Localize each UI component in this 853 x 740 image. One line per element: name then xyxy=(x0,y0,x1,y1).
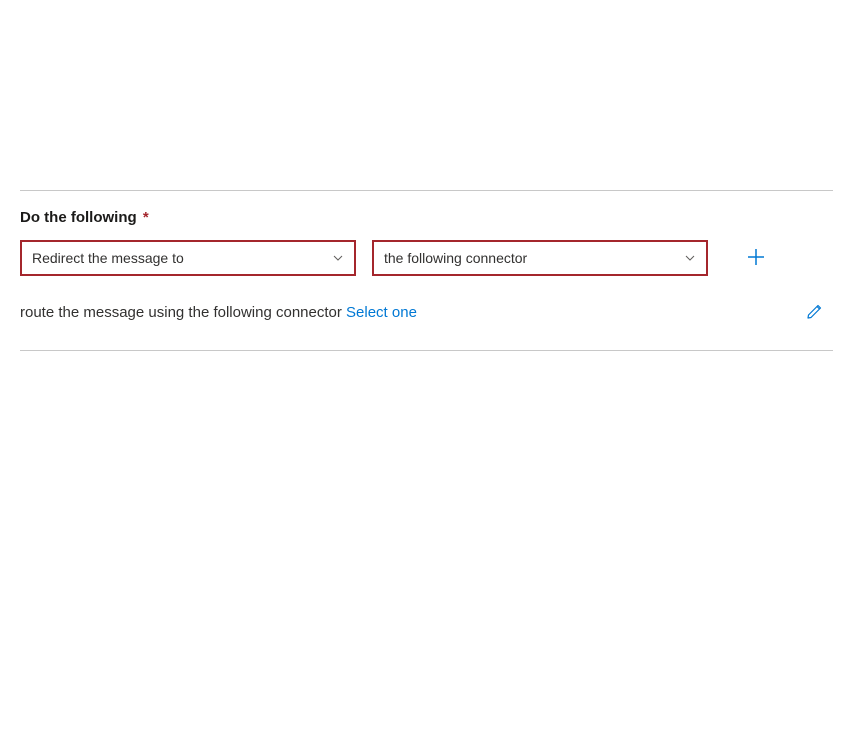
required-asterisk: * xyxy=(143,209,149,226)
action-select[interactable]: Redirect the message to xyxy=(20,240,356,276)
action-select-value: Redirect the message to xyxy=(32,250,184,266)
target-select[interactable]: the following connector xyxy=(372,240,708,276)
helper-row: route the message using the following co… xyxy=(20,294,833,330)
pencil-icon xyxy=(806,302,824,323)
helper-prefix: route the message using the following co… xyxy=(20,304,346,321)
form-section-container: Do the following * Redirect the message … xyxy=(0,190,853,351)
edit-button[interactable] xyxy=(797,294,833,330)
chevron-down-icon xyxy=(332,252,344,264)
select-connector-link[interactable]: Select one xyxy=(346,304,417,321)
do-the-following-section: Do the following * Redirect the message … xyxy=(20,191,833,350)
divider-bottom xyxy=(20,350,833,351)
section-label: Do the following * xyxy=(20,209,833,226)
helper-text: route the message using the following co… xyxy=(20,304,417,321)
selectors-row: Redirect the message to the following co… xyxy=(20,240,833,276)
add-action-button[interactable] xyxy=(738,240,774,276)
plus-icon xyxy=(746,247,766,270)
section-label-text: Do the following xyxy=(20,209,137,226)
chevron-down-icon xyxy=(684,252,696,264)
target-select-value: the following connector xyxy=(384,250,527,266)
